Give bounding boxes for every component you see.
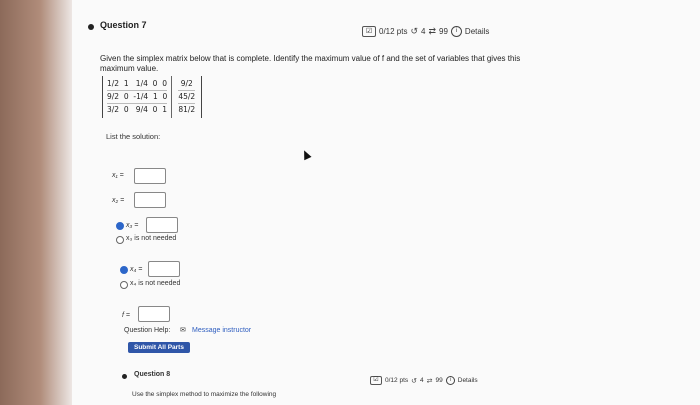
x3-label: x₃ =	[126, 222, 139, 229]
info-icon: i	[450, 26, 462, 37]
f-label: f =	[122, 312, 130, 319]
points-text: 0/12 pts	[385, 377, 409, 384]
x3-value-radio[interactable]	[116, 222, 124, 230]
attempts-count: 99	[439, 27, 448, 36]
x4-not-needed-label: x₄ is not needed	[130, 280, 181, 287]
matrix-row: 1/2 1 1/4 0 0	[107, 78, 168, 91]
attempts-icon: ⇄	[428, 26, 437, 36]
x3-not-needed-label: x₃ is not needed	[126, 235, 177, 242]
simplex-matrix: 1/2 1 1/4 0 0 9/2 0 -1/4 1 0 3/2 0 9/4 0…	[102, 76, 203, 118]
submit-all-parts-button[interactable]: Submit All Parts	[128, 342, 190, 353]
x4-not-needed-radio[interactable]	[120, 281, 128, 289]
x4-input[interactable]	[148, 261, 180, 277]
x3-input[interactable]	[146, 217, 178, 233]
matrix-rhs: 9/2 45/2 81/2	[171, 76, 201, 118]
list-solution-label: List the solution:	[106, 132, 161, 141]
quiz-page: Question 7 ☑ 0/12 pts ↺ 4 ⇄ 99 i Details…	[72, 0, 700, 405]
info-icon: i	[445, 376, 455, 385]
score-icon: ☑	[370, 376, 382, 385]
question-meta: ☑ 0/12 pts ↺ 4 ⇄ 99 i Details	[362, 26, 489, 37]
retries-count: 4	[420, 377, 424, 384]
x1-label: x₁ =	[112, 172, 124, 179]
attempts-count: 99	[435, 377, 443, 384]
f-input[interactable]	[138, 306, 170, 322]
question-prompt: Given the simplex matrix below that is c…	[100, 54, 521, 73]
x4-value-radio[interactable]	[120, 266, 128, 274]
details-link[interactable]: Details	[458, 377, 478, 384]
message-instructor-link[interactable]: Message instructor	[192, 327, 251, 334]
points-text: 0/12 pts	[379, 27, 408, 36]
question-help-label: Question Help:	[124, 327, 171, 334]
matrix-row: 9/2 0 -1/4 1 0	[107, 91, 168, 104]
attempts-icon: ⇄	[426, 377, 433, 385]
question-bullet	[88, 24, 94, 30]
x4-label: x₄ =	[130, 266, 143, 273]
retries-count: 4	[421, 27, 426, 36]
x2-input[interactable]	[134, 192, 166, 208]
matrix-body: 1/2 1 1/4 0 0 9/2 0 -1/4 1 0 3/2 0 9/4 0…	[103, 76, 171, 118]
question-prompt: Use the simplex method to maximize the f…	[132, 391, 277, 398]
mouse-cursor-icon	[300, 148, 312, 161]
retry-icon: ↺	[410, 26, 419, 36]
x1-input[interactable]	[134, 168, 166, 184]
question-title: Question 8	[134, 371, 171, 378]
question-bullet	[122, 374, 127, 379]
details-link[interactable]: Details	[465, 27, 489, 36]
score-icon: ☑	[362, 26, 376, 37]
question-title: Question 7	[100, 20, 147, 30]
question-meta: ☑ 0/12 pts ↺ 4 ⇄ 99 i Details	[370, 376, 478, 385]
x2-label: x₂ =	[112, 197, 125, 204]
x3-not-needed-radio[interactable]	[116, 236, 124, 244]
matrix-row: 3/2 0 9/4 0 1	[107, 105, 167, 114]
mail-icon: ✉	[180, 327, 186, 334]
retry-icon: ↺	[411, 377, 418, 385]
